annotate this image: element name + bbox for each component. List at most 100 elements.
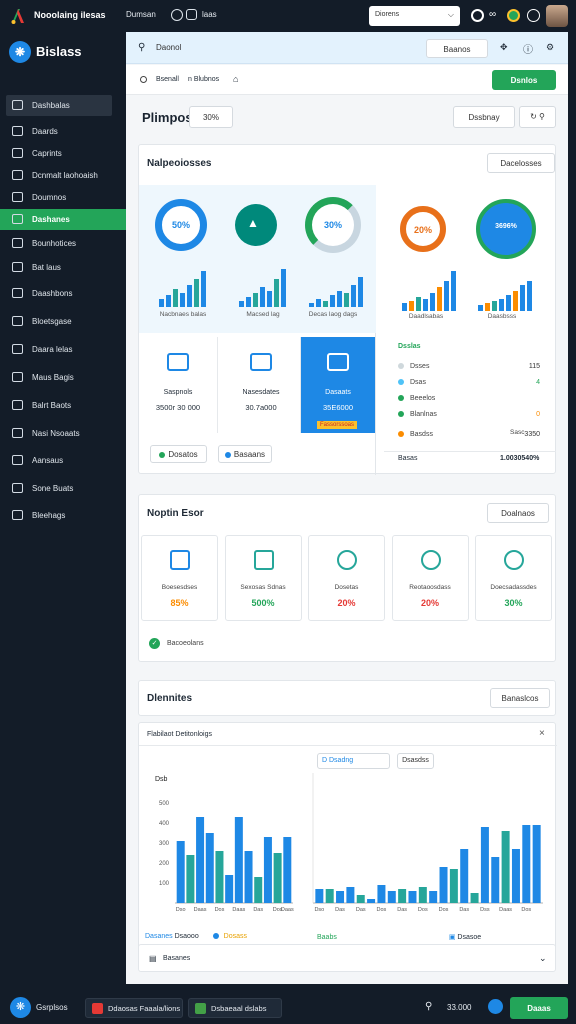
mini-bar-chart [309, 267, 363, 307]
check-icon: ✓ [149, 638, 160, 649]
sidebar-item[interactable]: Caprints [6, 143, 112, 164]
sidebar-item-label: Maus Bagis [32, 373, 74, 382]
chart-filter-select[interactable]: D Dsadng [317, 753, 390, 769]
search-input[interactable]: Daonol [156, 43, 181, 52]
chart-bar [254, 877, 263, 903]
option-tile[interactable]: Reotaoosdass 20% [391, 535, 469, 621]
progress-ring: 20% [400, 206, 446, 252]
secondary-filter-button[interactable]: Basaans [218, 445, 272, 463]
tile-value: 3500r 30 000 [155, 403, 201, 412]
link-icon[interactable]: ∞ [489, 9, 496, 20]
x-tick-label: Dos [377, 907, 387, 913]
settings-icon[interactable] [527, 9, 540, 22]
metric-tile[interactable]: Nasesdates 30.7a000 [222, 337, 301, 433]
sidebar-item-label: Balrt Baots [32, 401, 72, 410]
clock-icon [12, 455, 23, 465]
sidebar-item[interactable]: Daashbons [6, 283, 112, 304]
section-action-button[interactable]: Banaslcos [490, 688, 550, 708]
house-icon[interactable]: ⌂ [233, 74, 238, 84]
bird-icon [12, 372, 23, 382]
help-icon[interactable]: ⓘ [523, 41, 533, 56]
title-badge[interactable]: 30% [189, 106, 233, 128]
document-icon [253, 550, 274, 570]
toolbar-button[interactable]: Dssbnay [453, 106, 515, 128]
search-button[interactable]: Baanos [426, 39, 488, 58]
metric-tile[interactable]: Saspnols 3500r 30 000 [139, 337, 218, 433]
option-tile[interactable]: Dosetas 20% [308, 535, 385, 621]
sidebar-item[interactable]: Bat laus [6, 257, 112, 278]
top-menu-label[interactable]: Dumsan [126, 10, 156, 19]
location-icon[interactable]: ⚲ [425, 1001, 432, 1012]
sidebar-item[interactable]: Bounhotices [6, 233, 112, 254]
sidebar-item[interactable]: Nasi Nsoaats [6, 423, 112, 444]
sync-icon[interactable] [471, 9, 484, 22]
taskbar-action-button[interactable]: Daaas [510, 997, 568, 1019]
breadcrumb-item[interactable]: n Blubnos [188, 76, 219, 83]
chart-filter-button[interactable]: Dsasdss [397, 753, 434, 769]
legend-label: Dsses [410, 363, 430, 370]
option-tile[interactable]: Sexosas Sdnas 500% [224, 535, 302, 621]
start-icon[interactable]: ❋ [10, 997, 31, 1018]
sidebar-item[interactable]: Maus Bagis [6, 367, 112, 388]
primary-action-label: Dsnlos [510, 76, 538, 85]
app-logo-icon[interactable] [10, 7, 26, 25]
gear-icon[interactable]: ⚙ [546, 42, 554, 53]
tile-caption: Dosetas [334, 584, 359, 591]
collapsible-label: Basanes [163, 955, 191, 962]
charts-panel-title: Flabilaot Detitonloigs [147, 731, 212, 738]
legend-value: 3350 [524, 431, 540, 438]
status-filter-label: Dosatos [168, 450, 198, 459]
section-title: Nalpeoiosses [147, 158, 212, 169]
sidebar-item[interactable]: Bleehags [6, 505, 112, 526]
user-avatar[interactable] [546, 5, 568, 27]
x-tick-label: Das [253, 907, 263, 913]
sidebar-item[interactable]: Sone Buats [6, 478, 112, 499]
sidebar-item[interactable]: Daards [6, 121, 112, 142]
sidebar-item[interactable]: Balrt Baots [6, 395, 112, 416]
sidebar-item[interactable]: Dashbalas [6, 95, 112, 116]
chevron-down-icon[interactable]: ⌄ [539, 953, 547, 964]
section-action-button[interactable]: Doalnaos [487, 503, 549, 523]
sidebar-item[interactable]: Bloetsgase [6, 311, 112, 332]
legend-value: 4 [536, 379, 540, 386]
x-tick-label: Daas [281, 907, 294, 913]
panel-title: Dsslas [398, 343, 421, 350]
sidebar-item[interactable]: Aansaus [6, 450, 112, 471]
status-icon[interactable] [507, 9, 520, 22]
sidebar-item[interactable]: Dcnmalt laohoaish [6, 165, 112, 186]
metric-tile[interactable]: Dasaats 35E6000 Fassorssoas [301, 337, 375, 433]
start-label[interactable]: Gsrplsos [36, 1003, 68, 1012]
task-item[interactable]: Ddaosas Faaala/lions [85, 998, 183, 1018]
sidebar-item[interactable]: Daara lelas [6, 339, 112, 360]
file-icon [12, 288, 23, 298]
tile-badge: Fassorssoas [317, 421, 358, 429]
browser-icon[interactable] [488, 999, 503, 1014]
task-item[interactable]: Dsbaeaal dslabs [188, 998, 282, 1018]
option-tile[interactable]: Boesesdses 85% [141, 535, 218, 621]
chart-bar [408, 891, 417, 903]
option-tile[interactable]: Doecsadassdes 30% [475, 535, 552, 621]
window-icon[interactable] [186, 9, 197, 20]
section-action-button[interactable]: Dacelosses [487, 153, 555, 173]
sidebar-item[interactable]: Doumnos [6, 187, 112, 208]
environment-select[interactable]: Diorens ⌵ [369, 6, 460, 26]
status-filter-button[interactable]: Dosatos [150, 445, 207, 463]
x-tick-label: Dos [418, 907, 428, 913]
chart-bar [532, 825, 541, 903]
breadcrumb-item[interactable]: Bsenall [156, 76, 179, 83]
refresh-button[interactable]: ↻ ⚲ [519, 106, 556, 128]
mini-bar [281, 269, 286, 307]
top-menu-label-2[interactable]: laas [202, 10, 217, 19]
legend-value: 115 [528, 363, 540, 370]
tools-icon[interactable]: ✥ [500, 42, 508, 53]
chart-bar [480, 827, 489, 903]
primary-action-button[interactable]: Dsnlos [492, 70, 556, 90]
collapsible-panel[interactable]: ▤ Basanes ⌄ [138, 944, 556, 972]
sidebar-item[interactable]: Dashanes [0, 209, 126, 230]
chart-bar [377, 885, 386, 903]
close-icon[interactable]: × [539, 728, 545, 739]
brand-logo-icon[interactable]: ❋ [9, 41, 31, 63]
chart-bar [491, 857, 500, 903]
refresh-icon[interactable] [171, 9, 183, 21]
mini-bar [344, 293, 349, 307]
